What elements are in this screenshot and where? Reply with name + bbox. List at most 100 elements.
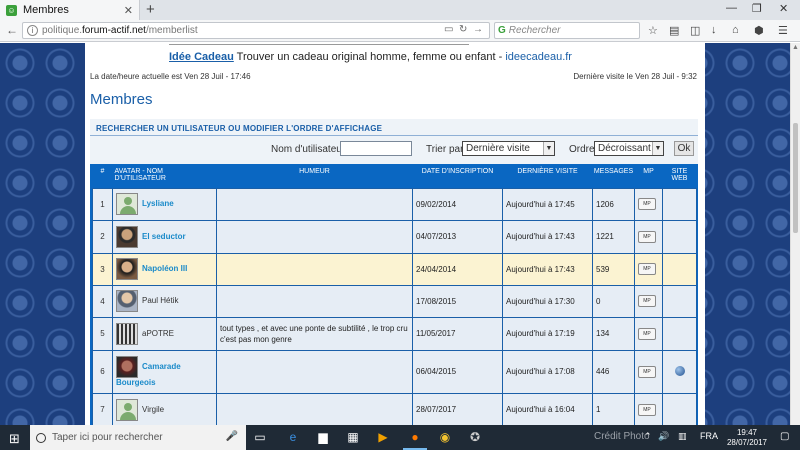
private-message-icon[interactable]: MP [638,198,656,210]
avatar[interactable] [116,290,138,312]
last-visit-cell: Aujourd'hui à 17:43 [502,219,593,254]
row-num: 3 [92,252,113,286]
pocket-icon[interactable]: ◫ [690,24,700,37]
microphone-icon[interactable]: 🎤 [226,431,238,442]
avatar[interactable] [116,322,138,345]
col-joined[interactable]: DATE D'INSCRIPTION [412,164,503,188]
media-player-icon[interactable]: ▶ [374,429,392,446]
back-arrow-icon[interactable]: ← [6,23,18,37]
reader-view-icon[interactable]: ▭ [444,24,453,35]
messages-cell: 1206 [592,187,635,221]
col-avatar-name[interactable]: AVATAR - NOM D'UTILISATEUR [112,164,217,188]
avatar[interactable] [116,398,138,421]
ad-banner: Idée Cadeau Trouver un cadeau original h… [169,51,572,63]
website-cell [662,252,697,286]
avatar[interactable] [116,356,138,378]
download-icon[interactable]: ↓ [711,24,717,36]
taskbar-search[interactable]: Taper ici pour rechercher 🎤 [30,425,246,450]
last-visit-cell: Aujourd'hui à 17:45 [502,187,593,221]
member-name-link[interactable]: Virgile [142,405,164,414]
ad-domain-link[interactable]: ideecadeau.fr [505,51,572,63]
ad-brand-link[interactable]: Idée Cadeau [169,51,234,63]
avatar[interactable] [116,258,138,280]
chevron-down-icon[interactable]: ▼ [543,142,554,155]
store-icon[interactable]: ▦ [344,429,362,446]
member-name-link[interactable]: Paul Hétik [142,296,178,305]
firefox-icon[interactable]: ● [403,429,427,450]
member-cell: Virgile [112,392,217,425]
member-cell: Napoléon III [112,252,217,286]
extension-icon[interactable]: ⬢ [754,24,764,37]
private-message-icon[interactable]: MP [638,403,656,416]
col-num[interactable]: # [92,164,113,188]
mood-cell [216,219,413,254]
private-message-icon[interactable]: MP [638,263,656,275]
url-actions: ▭ ↻ → [444,24,483,35]
scroll-up-icon[interactable]: ▲ [792,44,799,51]
joined-cell: 28/07/2017 [412,392,503,425]
member-name-link[interactable]: aPOTRE [142,329,174,338]
chrome-icon[interactable]: ◉ [436,429,454,446]
mood-cell [216,349,413,394]
order-select[interactable]: Décroissant ▼ [594,141,664,156]
home-icon[interactable]: ⌂ [732,24,739,36]
sort-select[interactable]: Dernière visite ▼ [462,141,555,156]
speaker-icon[interactable]: 🔊 [658,431,669,442]
private-message-icon[interactable]: MP [638,230,656,243]
username-input[interactable] [340,141,412,156]
member-name-link[interactable]: Lysliane [142,199,174,208]
member-name-link[interactable]: Napoléon III [142,264,187,273]
close-tab-icon[interactable]: ✕ [124,4,133,17]
language-indicator[interactable]: FRA [700,431,718,441]
private-message-icon[interactable]: MP [638,327,656,340]
avatar[interactable] [116,193,138,215]
ok-button[interactable]: Ok [674,141,694,156]
username-label: Nom d'utilisateur [271,144,346,155]
url-bar[interactable]: i politique. forum-actif.net /memberlist… [22,22,490,39]
windows-start-icon[interactable]: ⊞ [9,431,20,447]
private-message-icon[interactable]: MP [638,295,656,307]
close-window-button[interactable]: ✕ [779,2,788,15]
member-cell: El seductor [112,219,217,254]
scrollbar-thumb[interactable] [793,123,798,233]
col-website[interactable]: SITE WEB [662,164,697,188]
library-icon[interactable]: ▤ [669,24,679,37]
notification-icon[interactable]: ▢ [780,431,789,442]
edge-icon[interactable]: e [284,429,302,446]
info-icon[interactable]: i [27,25,38,36]
browser-search-box[interactable]: G Rechercher [494,22,640,39]
page-scrollbar[interactable]: ▲ [790,43,800,425]
mp-cell: MP [634,252,663,286]
member-name-link[interactable]: Camarade [142,362,181,371]
app-icon[interactable]: ✪ [466,429,484,446]
member-cell: aPOTRE [112,316,217,351]
mp-cell: MP [634,316,663,351]
forward-arrow-icon[interactable]: → [473,24,483,35]
avatar[interactable] [116,225,138,248]
new-tab-button[interactable]: + [146,1,155,18]
member-cell: Paul Hétik [112,284,217,318]
members-table-container: # AVATAR - NOM D'UTILISATEUR HUMEUR DATE… [90,164,698,425]
maximize-button[interactable]: ❐ [752,2,762,15]
taskbar-clock[interactable]: 19:47 28/07/2017 [722,428,772,448]
col-mp[interactable]: MP [634,164,663,188]
col-messages[interactable]: MESSAGES [592,164,635,188]
tab-membres[interactable]: ☺ Membres ✕ [0,0,140,20]
globe-icon[interactable] [674,365,685,376]
task-view-icon[interactable]: ▭ [251,429,269,446]
col-last-visit[interactable]: DERNIÈRE VISITE [502,164,593,188]
member-name-link[interactable]: El seductor [142,232,186,241]
file-explorer-icon[interactable]: ▆ [314,429,332,446]
minimize-button[interactable]: — [726,2,737,14]
messages-cell: 446 [592,349,635,394]
member-name-link-line2[interactable]: Bourgeois [116,378,156,387]
reload-icon[interactable]: ↻ [459,24,467,35]
col-mood[interactable]: HUMEUR [216,164,413,188]
show-hidden-icons-icon[interactable]: ⌃ [644,431,652,442]
network-icon[interactable]: ▥ [678,431,687,442]
messages-cell: 134 [592,316,635,351]
bookmark-star-icon[interactable]: ☆ [648,24,658,37]
menu-icon[interactable]: ☰ [778,24,788,37]
chevron-down-icon[interactable]: ▼ [652,142,663,155]
private-message-icon[interactable]: MP [638,365,656,378]
